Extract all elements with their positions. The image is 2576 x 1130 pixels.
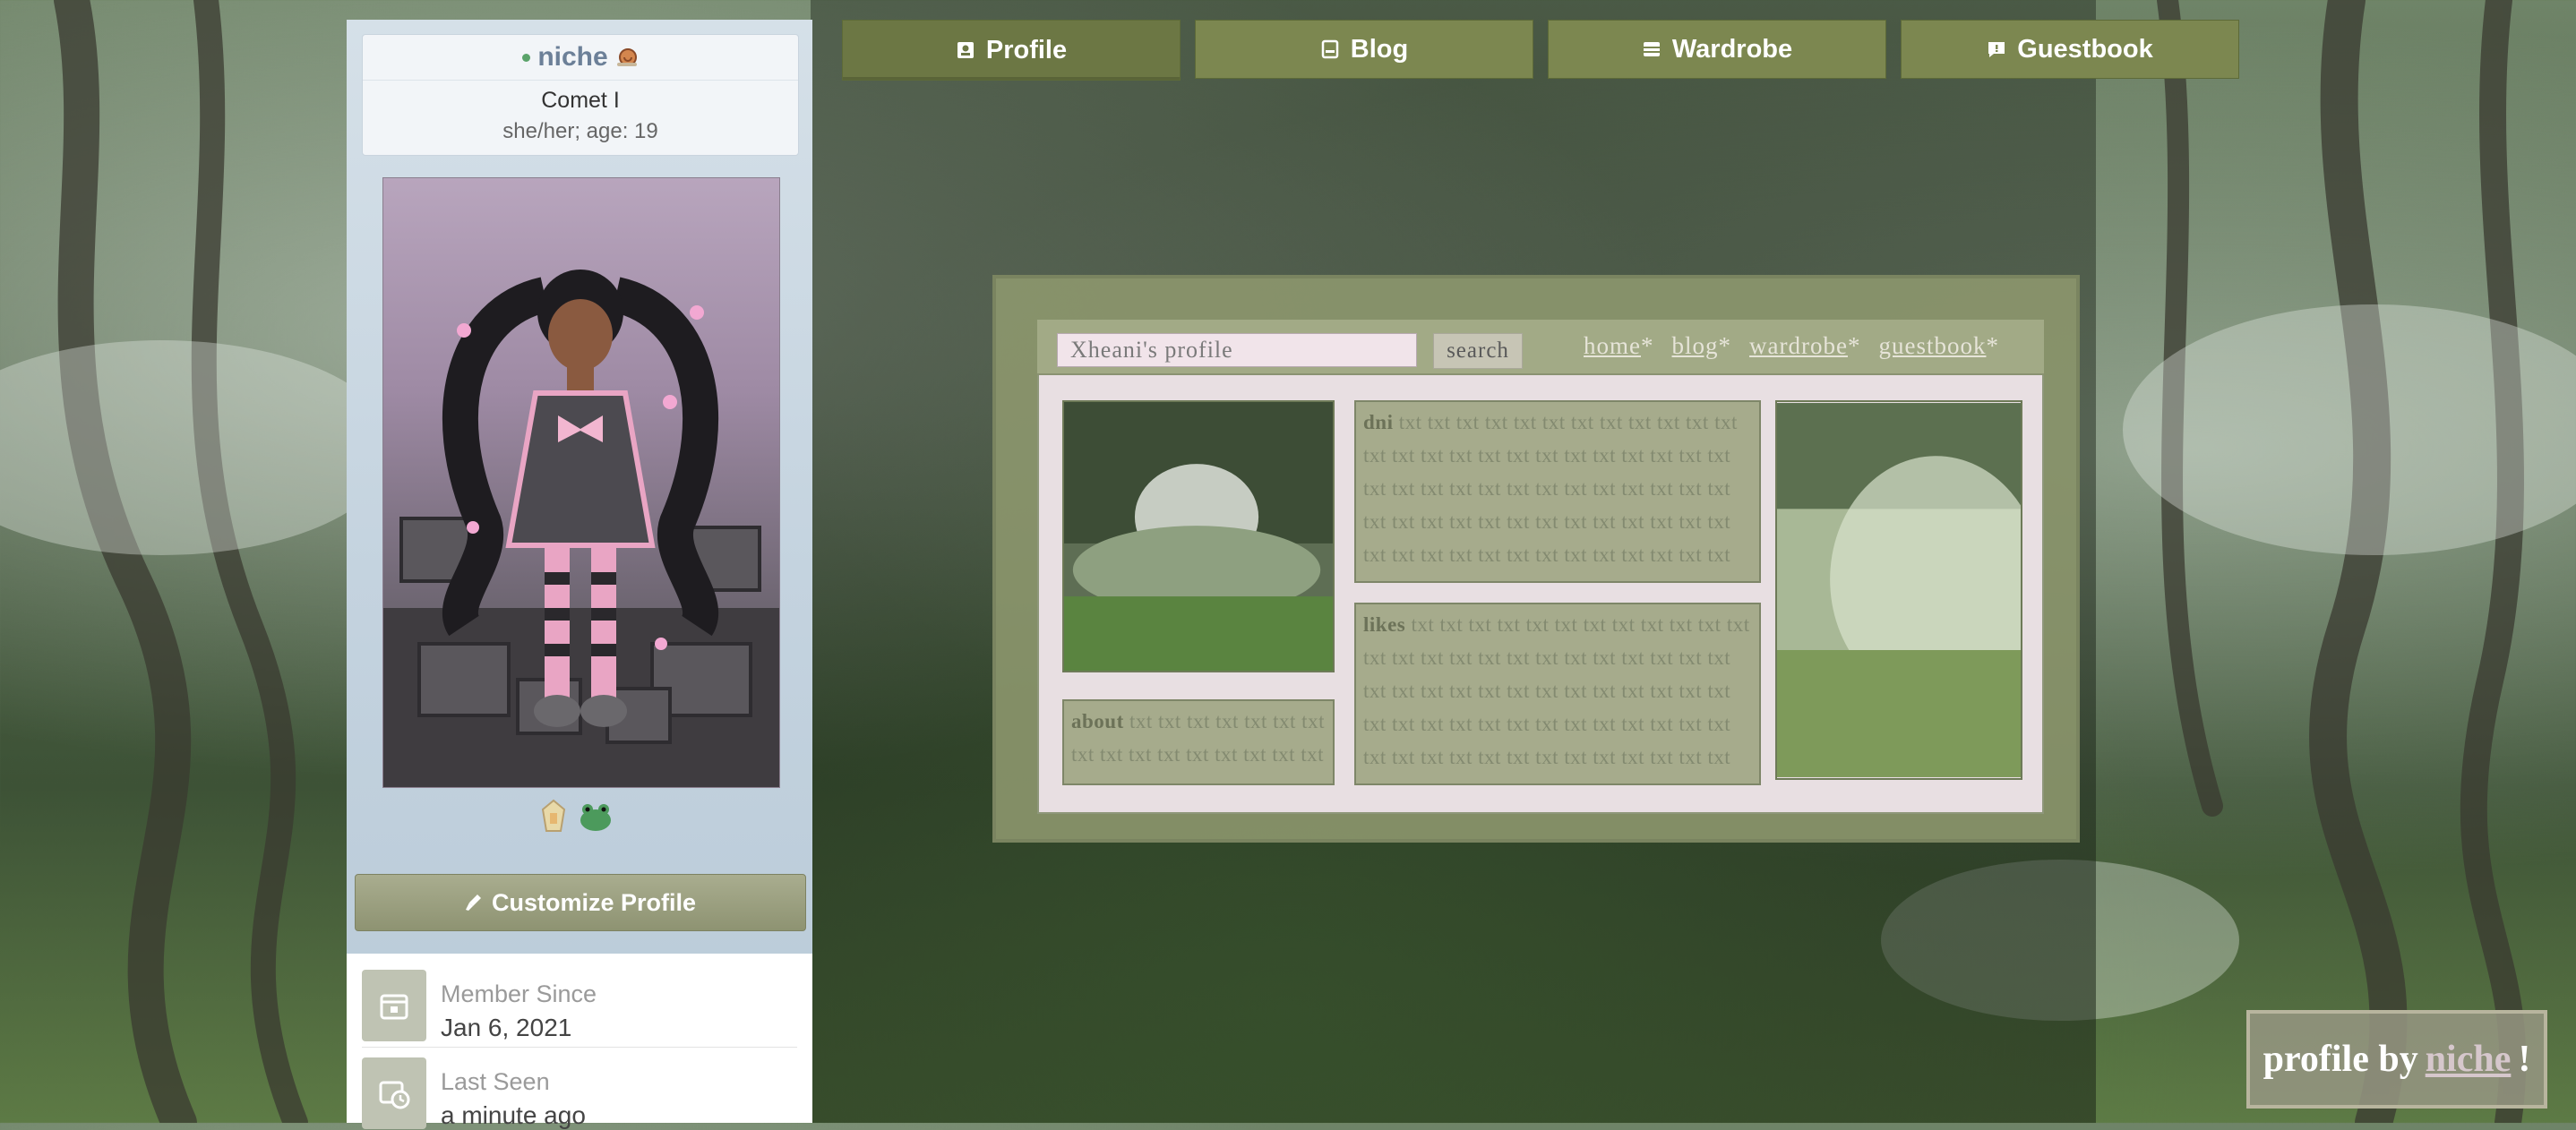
customize-profile-button[interactable]: Customize Profile (355, 874, 806, 931)
member-since-label: Member Since (441, 980, 597, 1007)
credit-link[interactable]: niche (2426, 1038, 2512, 1081)
display-name: Comet I (541, 88, 620, 113)
profile-icon (957, 42, 974, 58)
wardrobe-icon (1643, 42, 1660, 56)
last-seen-value: a minute ago (441, 1101, 586, 1129)
clock-calendar-icon (362, 1057, 426, 1129)
last-seen-stat: Last Seen a minute ago (362, 1057, 586, 1130)
calendar-icon (362, 970, 426, 1041)
dni-title: dni (1363, 411, 1394, 433)
member-stats: Member Since Jan 6, 2021 Last Seen a min… (347, 954, 812, 1129)
tab-profile-label: Profile (985, 35, 1068, 64)
snail-icon (616, 48, 637, 66)
name-card: niche Comet I she/her; age: 19 (362, 34, 799, 156)
about-title: about (1071, 710, 1124, 732)
tab-blog-label: Blog (1350, 34, 1409, 64)
tab-guestbook-label: Guestbook (2017, 34, 2153, 64)
blog-icon (1321, 39, 1339, 59)
lantern-badge-icon[interactable] (539, 799, 568, 836)
online-indicator (522, 53, 531, 62)
tab-wardrobe[interactable]: Wardrobe (1548, 20, 1886, 79)
dni-text: txt txt txt txt txt txt txt txt txt txt … (1363, 411, 1738, 581)
nav-blog-link[interactable]: blog (1672, 332, 1719, 359)
member-since-stat: Member Since Jan 6, 2021 (362, 970, 597, 1042)
dni-panel: dni txt txt txt txt txt txt txt txt txt … (1354, 400, 1761, 583)
tab-wardrobe-label: Wardrobe (1671, 34, 1793, 64)
waterfall-picture (1062, 400, 1335, 672)
guestbook-icon (1988, 42, 2005, 57)
likes-title: likes (1363, 613, 1406, 636)
likes-panel: likes txt txt txt txt txt txt txt txt tx… (1354, 603, 1761, 785)
tab-blog[interactable]: Blog (1195, 20, 1533, 79)
nav-star: * (1847, 332, 1861, 359)
tab-guestbook[interactable]: Guestbook (1901, 20, 2239, 79)
avatar-character (383, 270, 779, 787)
stat-divider (362, 1047, 797, 1048)
profile-credit: profile by niche ! (2246, 1010, 2547, 1109)
member-since-value: Jan 6, 2021 (441, 1014, 572, 1041)
nav-star: * (1986, 332, 1999, 359)
frog-badge-icon[interactable] (577, 799, 614, 836)
likes-text: txt txt txt txt txt txt txt txt txt txt … (1363, 613, 1750, 783)
pronouns: she/her; age: 19 (502, 119, 658, 143)
nav-wardrobe-link[interactable]: wardrobe (1749, 332, 1848, 359)
about-panel: about txt txt txt txt txt txt txt txt tx… (1062, 699, 1335, 785)
profile-widget: Xheani's profile search home* blog* ward… (992, 275, 2080, 843)
credit-prefix: profile by (2263, 1039, 2418, 1080)
profile-tabs: Profile Blog Wardrobe Guestbook (842, 20, 2239, 81)
meadow-picture (1775, 400, 2022, 780)
badge-list (539, 799, 614, 836)
brush-icon (465, 895, 481, 911)
last-seen-label: Last Seen (441, 1068, 550, 1095)
profile-sidebar: niche Comet I she/her; age: 19 Customize… (347, 20, 812, 1129)
avatar-image (382, 177, 780, 788)
nav-star: * (1718, 332, 1732, 359)
tab-profile[interactable]: Profile (842, 20, 1181, 81)
customize-profile-label: Customize Profile (491, 888, 697, 916)
nav-home-link[interactable]: home (1584, 332, 1641, 359)
search-input[interactable]: Xheani's profile (1057, 333, 1417, 367)
username[interactable]: niche (537, 42, 607, 73)
nav-guestbook-link[interactable]: guestbook (1878, 332, 1986, 359)
search-button[interactable]: search (1433, 333, 1523, 369)
nav-star: * (1641, 332, 1654, 359)
credit-suffix: ! (2518, 1039, 2531, 1080)
widget-nav: home* blog* wardrobe* guestbook* (1584, 332, 1999, 360)
